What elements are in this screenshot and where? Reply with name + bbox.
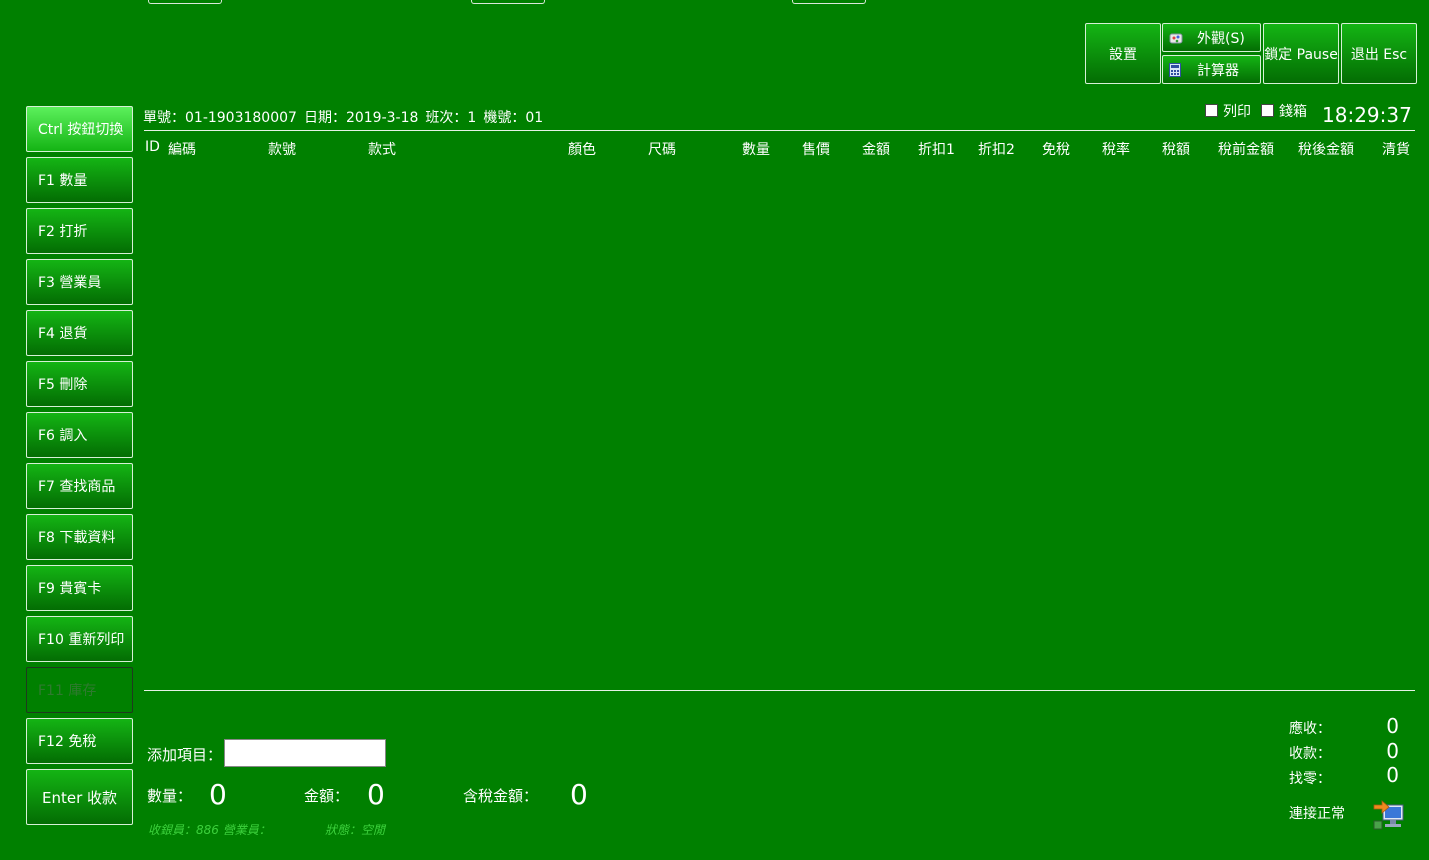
sidebar-f3-salesperson-button[interactable]: F3 營業員	[26, 259, 133, 305]
sidebar-f11-inventory-button: F11 庫存	[26, 667, 133, 713]
column-header[interactable]: 稅後金額	[1298, 139, 1354, 159]
column-header[interactable]: 折扣2	[978, 139, 1015, 159]
network-connection-icon	[1372, 799, 1406, 835]
column-header[interactable]: 稅額	[1162, 139, 1190, 159]
clock: 18:29:37	[1322, 103, 1412, 127]
column-header[interactable]: 尺碼	[648, 139, 676, 159]
amount-value: 0	[367, 778, 385, 811]
sidebar-f4-return-button[interactable]: F4 退貨	[26, 310, 133, 356]
connection-status: 連接正常	[1289, 806, 1345, 822]
lock-label: 鎖定 Pause	[1264, 46, 1338, 63]
top-tab-1[interactable]	[148, 0, 222, 4]
settings-label: 設置	[1109, 46, 1137, 63]
column-header[interactable]: 稅前金額	[1218, 139, 1274, 159]
cash-drawer-option[interactable]: 錢箱	[1261, 101, 1307, 121]
sidebar-f6-transfer-in-button[interactable]: F6 調入	[26, 412, 133, 458]
sidebar-f5-delete-button[interactable]: F5 刪除	[26, 361, 133, 407]
cash-drawer-label: 錢箱	[1279, 104, 1307, 120]
column-header[interactable]: 免稅	[1042, 139, 1070, 159]
column-header[interactable]: 數量	[742, 139, 770, 159]
column-header[interactable]: 售價	[802, 139, 830, 159]
cash-drawer-checkbox[interactable]	[1261, 104, 1274, 117]
sidebar-f2-discount-button[interactable]: F2 打折	[26, 208, 133, 254]
sidebar-enter-checkout-button[interactable]: Enter 收款	[26, 769, 133, 825]
lock-button[interactable]: 鎖定 Pause	[1263, 23, 1339, 84]
receivable-value: 0	[1386, 714, 1399, 738]
appearance-button[interactable]: 外觀(S)	[1162, 23, 1261, 52]
print-option[interactable]: 列印	[1205, 101, 1251, 121]
tax-amount-label: 含稅金額：	[463, 787, 539, 805]
top-tab-3[interactable]	[792, 0, 866, 4]
print-label: 列印	[1223, 104, 1251, 120]
received-label: 收款：	[1289, 746, 1331, 762]
column-header[interactable]: 款號	[268, 139, 296, 159]
sidebar-f1-quantity-button[interactable]: F1 數量	[26, 157, 133, 203]
calculator-button[interactable]: 計算器	[1162, 55, 1261, 84]
sidebar-ctrl-toggle-button[interactable]: Ctrl 按鈕切換	[26, 106, 133, 152]
calculator-label: 計算器	[1197, 62, 1239, 79]
column-header[interactable]: 顏色	[568, 139, 596, 159]
shift-number: 班次：1	[425, 110, 477, 126]
receivable-label: 應收：	[1289, 721, 1331, 737]
column-header[interactable]: 折扣1	[918, 139, 955, 159]
column-header[interactable]: 編碼	[168, 139, 196, 159]
sidebar-f12-tax-free-button[interactable]: F12 免稅	[26, 718, 133, 764]
change-label: 找零：	[1289, 771, 1331, 787]
appearance-label: 外觀(S)	[1197, 30, 1245, 47]
sidebar-f8-download-data-button[interactable]: F8 下載資料	[26, 514, 133, 560]
column-header[interactable]: 金額	[862, 139, 890, 159]
quantity-label: 數量：	[147, 787, 193, 805]
sidebar-f9-vip-card-button[interactable]: F9 貴賓卡	[26, 565, 133, 611]
print-checkbox[interactable]	[1205, 104, 1218, 117]
machine-number: 機號：01	[483, 110, 544, 126]
received-value: 0	[1386, 739, 1399, 763]
cashier-status: 收銀員：886 營業員：	[148, 823, 271, 837]
exit-button[interactable]: 退出 Esc	[1341, 23, 1417, 84]
add-item-input[interactable]	[224, 739, 386, 767]
tax-amount-value: 0	[570, 778, 588, 811]
order-date: 日期：2019-3-18	[303, 110, 419, 126]
exit-label: 退出 Esc	[1350, 46, 1408, 63]
quantity-value: 0	[209, 778, 227, 811]
amount-label: 金額：	[304, 787, 350, 805]
column-header[interactable]: 清貨	[1382, 139, 1410, 159]
order-number: 單號：01-1903180007	[143, 110, 297, 126]
calculator-icon	[1169, 62, 1183, 77]
column-header[interactable]: ID	[145, 139, 160, 155]
top-tab-2[interactable]	[471, 0, 545, 4]
column-header[interactable]: 稅率	[1102, 139, 1130, 159]
items-table-body[interactable]	[144, 160, 1415, 688]
order-info: 單號：01-1903180007 日期：2019-3-18 班次：1 機號：01	[143, 107, 550, 127]
change-value: 0	[1386, 763, 1399, 787]
table-bottom-divider	[144, 690, 1415, 691]
add-item-label: 添加項目：	[147, 746, 223, 764]
header-divider	[144, 130, 1415, 131]
state-status: 狀態：空閒	[325, 823, 386, 837]
appearance-icon	[1169, 31, 1183, 45]
sidebar-f7-find-product-button[interactable]: F7 查找商品	[26, 463, 133, 509]
column-header[interactable]: 款式	[368, 139, 396, 159]
sidebar-f10-reprint-button[interactable]: F10 重新列印	[26, 616, 133, 662]
settings-button[interactable]: 設置	[1085, 23, 1161, 84]
